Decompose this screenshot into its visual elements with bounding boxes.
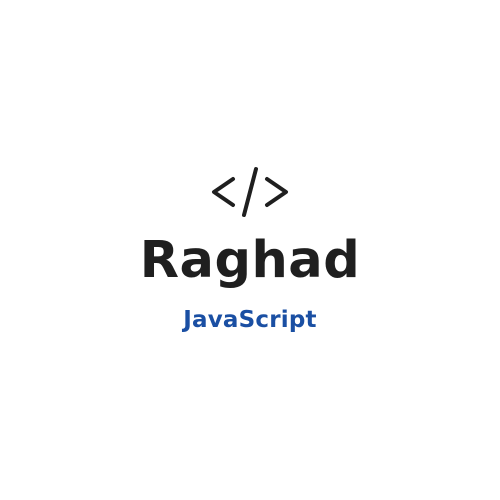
code-brackets-icon	[212, 167, 288, 217]
brand-name: Raghad	[139, 231, 361, 290]
logo: Raghad JavaScript	[0, 0, 500, 500]
tagline: JavaScript	[183, 307, 317, 333]
